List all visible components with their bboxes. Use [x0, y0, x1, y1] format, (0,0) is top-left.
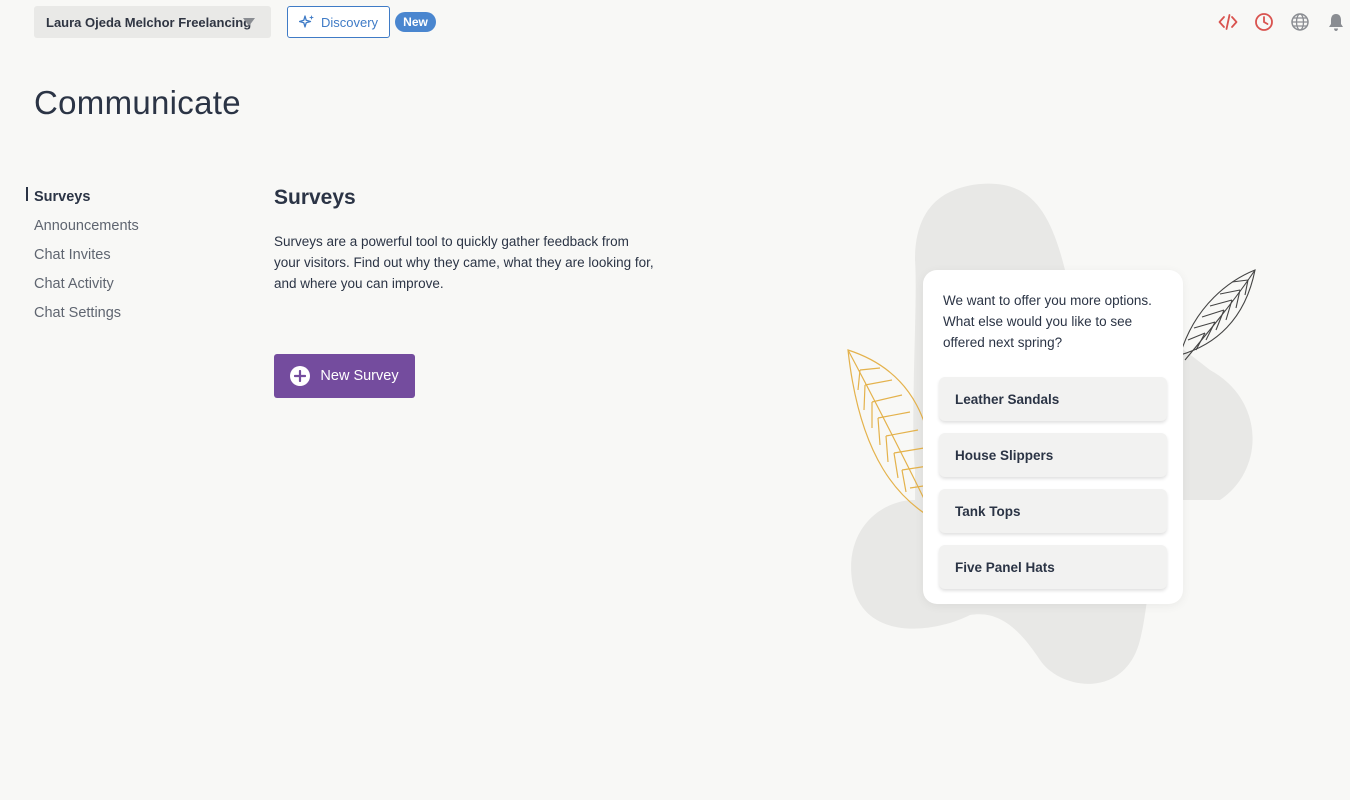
nav-item-chat-activity[interactable]: Chat Activity: [26, 269, 226, 298]
survey-option[interactable]: House Slippers: [939, 433, 1167, 477]
chevron-down-icon: [243, 18, 255, 26]
account-name: Laura Ojeda Melchor Freelancing: [46, 14, 252, 30]
top-bar: Laura Ojeda Melchor Freelancing Discover…: [0, 0, 1350, 44]
new-badge: New: [395, 12, 436, 32]
plus-circle-icon: [290, 366, 311, 386]
survey-option[interactable]: Five Panel Hats: [939, 545, 1167, 589]
account-selector[interactable]: Laura Ojeda Melchor Freelancing: [34, 6, 271, 38]
new-survey-label: New Survey: [320, 368, 399, 384]
sparkle-icon: [298, 15, 314, 28]
section-title: Surveys: [274, 186, 356, 209]
discovery-label: Discovery: [320, 14, 379, 30]
nav-item-chat-settings[interactable]: Chat Settings: [26, 298, 226, 327]
section-nav: Surveys Announcements Chat Invites Chat …: [26, 182, 226, 327]
section-description: Surveys are a powerful tool to quickly g…: [274, 234, 654, 291]
survey-preview-card: We want to offer you more options. What …: [923, 270, 1183, 604]
dark-leaf-illustration: [1179, 269, 1256, 361]
bell-icon[interactable]: [1326, 12, 1346, 32]
survey-option[interactable]: Leather Sandals: [939, 377, 1167, 421]
nav-item-surveys[interactable]: Surveys: [26, 182, 226, 211]
globe-icon[interactable]: [1290, 12, 1310, 32]
discovery-button[interactable]: Discovery: [287, 6, 390, 38]
nav-item-chat-invites[interactable]: Chat Invites: [26, 240, 226, 269]
new-survey-button[interactable]: New Survey: [274, 354, 415, 398]
survey-option[interactable]: Tank Tops: [939, 489, 1167, 533]
page-title: Communicate: [34, 84, 241, 121]
code-icon[interactable]: [1218, 12, 1238, 32]
clock-icon[interactable]: [1254, 12, 1274, 32]
nav-item-announcements[interactable]: Announcements: [26, 211, 226, 240]
survey-question: We want to offer you more options. What …: [943, 293, 1152, 350]
